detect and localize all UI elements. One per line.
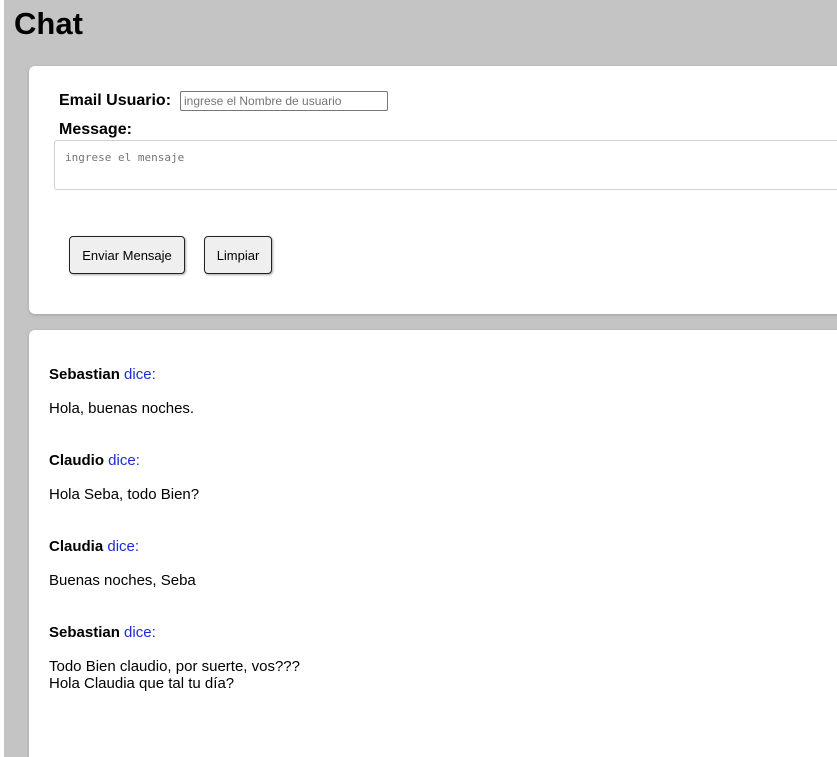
page-title: Chat (14, 6, 83, 41)
says-label: dice: (108, 452, 140, 469)
message-textarea[interactable] (54, 140, 837, 190)
message-author: Sebastian (49, 624, 120, 641)
email-label: Email Usuario: (59, 92, 172, 109)
message-author: Sebastian (49, 366, 120, 383)
message-header: Claudia dice: (49, 538, 829, 572)
message-header: Sebastian dice: (49, 366, 829, 400)
says-label: dice: (124, 624, 156, 641)
message-item: Sebastian dice: Todo Bien claudio, por s… (49, 624, 829, 710)
message-header: Sebastian dice: (49, 624, 829, 658)
message-item: Sebastian dice: Hola, buenas noches. (49, 366, 829, 452)
message-text: Hola Seba, todo Bien? (49, 486, 200, 503)
says-label: dice: (124, 366, 156, 383)
message-text: Buenas noches, Seba (49, 572, 196, 589)
message-form-card: Email Usuario: Message: Enviar Mensaje L… (29, 66, 837, 314)
message-header: Claudio dice: (49, 452, 829, 486)
message-list: Sebastian dice: Hola, buenas noches. Cla… (49, 366, 829, 710)
message-text: Hola, buenas noches. (49, 400, 195, 417)
send-message-button[interactable]: Enviar Mensaje (69, 236, 185, 274)
messages-card: Sebastian dice: Hola, buenas noches. Cla… (29, 330, 837, 757)
message-item: Claudia dice: Buenas noches, Seba (49, 538, 829, 624)
message-author: Claudia (49, 538, 104, 555)
email-input[interactable] (180, 91, 388, 111)
chat-app: Chat Email Usuario: Message: Enviar Mens… (4, 0, 837, 757)
message-text: Todo Bien claudio, por suerte, vos??? Ho… (49, 658, 300, 692)
message-author: Claudio (49, 452, 104, 469)
message-item: Claudio dice: Hola Seba, todo Bien? (49, 452, 829, 538)
says-label: dice: (107, 538, 140, 555)
message-label: Message: (59, 121, 132, 138)
clear-button[interactable]: Limpiar (204, 236, 272, 274)
